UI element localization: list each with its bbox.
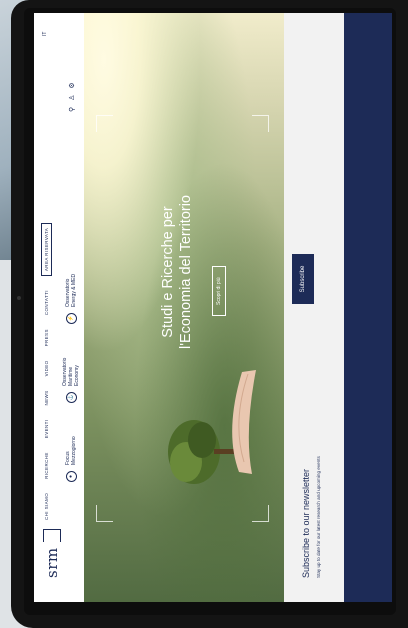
hero-title: Studi e Ricerche per l'Economia del Terr… [159,162,195,382]
subnav-label: Osservatorio Maritime Economy [62,357,80,386]
footer-band [344,13,392,602]
tablet-screen: srm chi siamo ricerche eventi news video… [34,13,392,602]
newsletter-subtitle: Stay up to date for our latest research … [316,456,321,578]
frame-corner [252,115,269,132]
hero-title-line: Studi e Ricerche per [160,206,176,338]
nav-item-eventi[interactable]: eventi [44,420,49,439]
logo-text: srm [43,547,61,578]
nav-item-news[interactable]: news [44,390,49,405]
subnav-maritime-economy[interactable]: ⚓ Osservatorio Maritime Economy [62,346,80,403]
language-switch[interactable]: IT [42,32,48,36]
nav-item-chi-siamo[interactable]: chi siamo [44,493,49,520]
camera-icon [17,296,21,300]
user-icon[interactable]: ♙ [68,95,76,101]
frame-corner [252,505,269,522]
site-header: srm chi siamo ricerche eventi news video… [34,13,84,602]
nav-item-ricerche[interactable]: ricerche [44,452,49,479]
newsletter-section: Subscribe to our newsletter Stay up to d… [284,13,344,602]
rotated-page: srm chi siamo ricerche eventi news video… [34,13,392,602]
settings-icon[interactable]: ⚙ [68,82,76,88]
search-icon[interactable]: ⚲ [68,107,76,112]
observatory-nav: ● Focus Mezzogiorno ⚓ Osservatorio Marit… [62,267,80,482]
logo-mark-icon [43,529,61,543]
focus-icon: ● [65,471,77,482]
hero-banner: Studi e Ricerche per l'Economia del Terr… [84,13,284,602]
newsletter-title: Subscribe to our newsletter [301,468,311,578]
frame-corner [96,505,113,522]
subnav-energy-med[interactable]: ⚡ Osservatorio Energy & MED [65,267,77,324]
nav-item-video[interactable]: video [44,360,49,376]
main-nav: chi siamo ricerche eventi news video pre… [41,222,52,520]
anchor-icon: ⚓ [65,392,77,403]
energy-icon: ⚡ [65,313,77,324]
subnav-label: Osservatorio Energy & MED [65,273,77,307]
nav-item-contatti[interactable]: contatti [44,290,49,315]
logo[interactable]: srm [43,529,61,578]
subscribe-button[interactable]: Subscribe [292,254,314,304]
header-tools: ⚲ ♙ ⚙ [68,82,76,112]
discover-button[interactable]: Scopri di più [212,266,226,316]
reserved-area-button[interactable]: area riservata [41,222,52,277]
frame-corner [96,115,113,132]
subnav-focus-mezzogiorno[interactable]: ● Focus Mezzogiorno [65,425,77,482]
subnav-label: Focus Mezzogiorno [65,436,77,465]
nav-item-press[interactable]: press [44,329,49,346]
hero-title-line: l'Economia del Territorio [178,195,194,350]
